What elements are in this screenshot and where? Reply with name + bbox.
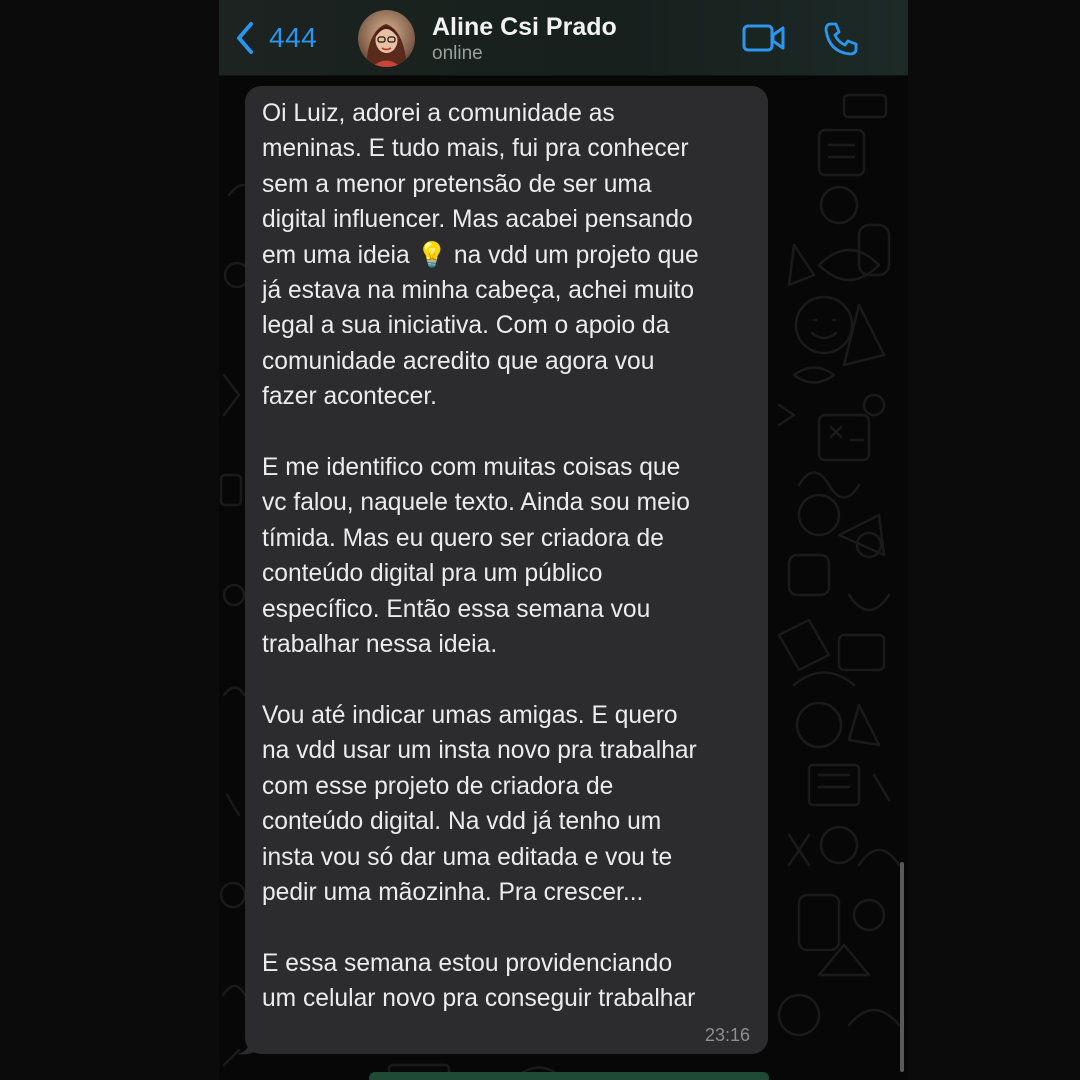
contact-status: online [432,43,483,64]
message-paragraph-spacer [262,663,750,698]
phone-icon [824,22,858,56]
unread-count: 444 [269,22,318,53]
video-call-button[interactable] [742,22,786,54]
message-paragraph: E essa semana estou providenciando um ce… [262,949,696,1013]
chat-screen: 444 Aline Csi Prado online Oi Luiz, ador… [219,0,908,1080]
message-paragraph-spacer [262,910,750,945]
back-button[interactable]: 444 [235,18,317,58]
message-paragraph: Oi Luiz, adorei a comunidade as meninas.… [262,100,699,411]
video-camera-icon [742,24,785,52]
scrollbar[interactable] [900,862,904,1072]
avatar[interactable] [358,10,415,67]
message-bubble[interactable]: Oi Luiz, adorei a comunidade as meninas.… [245,86,768,1054]
message-paragraph: Vou até indicar umas amigas. E quero na … [262,701,697,906]
bubble-tail [237,1030,261,1055]
voice-call-button[interactable] [823,21,859,57]
message-paragraph-spacer [262,415,750,450]
contact-name: Aline Csi Prado [432,13,617,41]
chat-header: 444 Aline Csi Prado online [219,0,908,76]
message-paragraph: E me identifico com muitas coisas que vc… [262,454,690,659]
chevron-left-icon [237,22,253,54]
composer-edge [369,1072,769,1080]
contact-info[interactable]: Aline Csi Prado online [432,12,617,65]
message-timestamp: 23:16 [704,1025,750,1045]
